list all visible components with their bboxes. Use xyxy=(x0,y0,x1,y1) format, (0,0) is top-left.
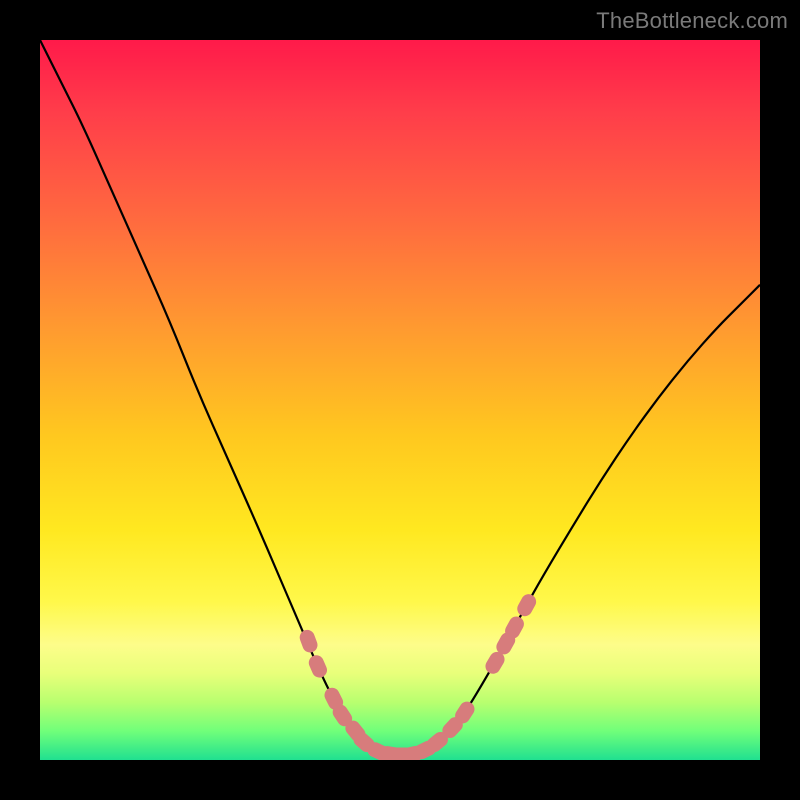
chart-frame: TheBottleneck.com xyxy=(0,0,800,800)
curve-marker xyxy=(298,628,319,654)
curve-marker xyxy=(307,654,329,680)
plot-area xyxy=(40,40,760,760)
bottleneck-curve xyxy=(40,40,760,755)
markers-group xyxy=(298,592,538,760)
watermark-text: TheBottleneck.com xyxy=(596,8,788,34)
curve-svg xyxy=(40,40,760,760)
curve-marker xyxy=(515,592,538,618)
